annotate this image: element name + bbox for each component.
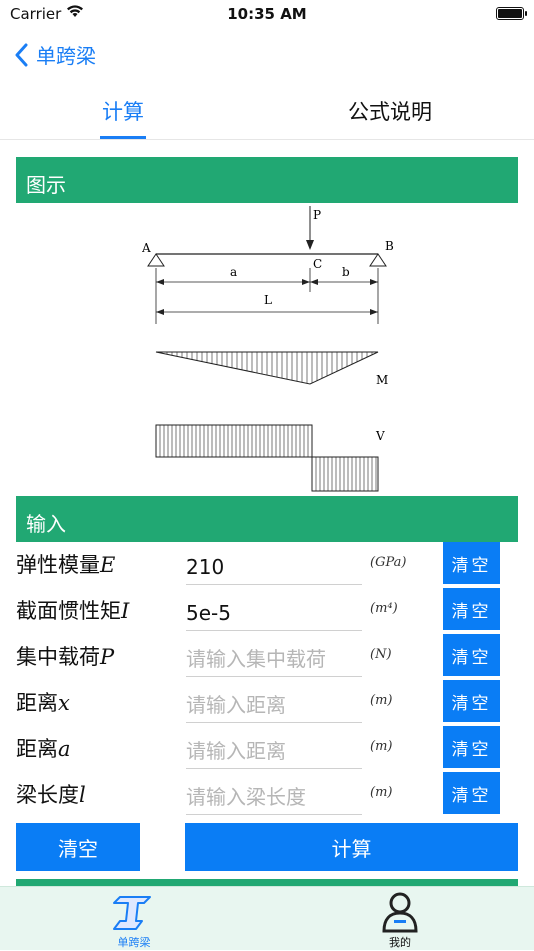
diagram-section-header: 图示 <box>16 157 518 203</box>
field-label: 弹性模量E <box>16 553 116 577</box>
tab-bar: 单跨梁 我的 <box>0 886 534 950</box>
back-button[interactable]: 单跨梁 <box>14 40 96 69</box>
field-label: 集中载荷P <box>16 645 115 669</box>
clear-field-button[interactable]: 清空 <box>443 772 500 814</box>
clear-field-button[interactable]: 清空 <box>443 542 500 584</box>
field-label: 距离a <box>16 737 71 761</box>
navigation-bar: 单跨梁 <box>0 34 534 78</box>
shear-diagram <box>155 424 379 492</box>
point-b-label: B <box>385 239 394 253</box>
shear-label: V <box>375 429 385 443</box>
user-icon <box>382 892 418 933</box>
clear-all-button[interactable]: 清空 <box>16 823 140 871</box>
calculate-button[interactable]: 计算 <box>185 823 518 871</box>
segment-tabs: 计算 公式说明 <box>0 88 534 140</box>
beam-icon <box>113 896 151 930</box>
moment-diagram <box>155 351 379 385</box>
clear-field-button[interactable]: 清空 <box>443 680 500 722</box>
input-row: 集中载荷P (N) 清空 <box>16 633 518 677</box>
unit-label: (m⁴) <box>370 601 398 616</box>
tab-calculate[interactable]: 计算 <box>70 96 176 126</box>
tabbar-item-beam[interactable]: 单跨梁 <box>74 887 194 951</box>
input-row: 弹性模量E (GPa) 清空 <box>16 541 518 585</box>
load-label: P <box>313 208 321 222</box>
field-label: 距离x <box>16 691 70 715</box>
tab-indicator <box>100 136 146 139</box>
input-row: 距离x (m) 清空 <box>16 679 518 723</box>
moment-label: M <box>376 373 388 387</box>
dim-b-label: b <box>342 265 350 279</box>
beam-diagram: P A B C a b L M V <box>142 206 394 492</box>
field-label: 截面惯性矩I <box>16 599 130 623</box>
tabbar-label-mine: 我的 <box>389 936 411 949</box>
value-input[interactable] <box>186 725 362 769</box>
field-label: 梁长度l <box>16 783 86 807</box>
unit-label: (m) <box>370 693 393 708</box>
value-input[interactable] <box>186 587 362 631</box>
unit-label: (GPa) <box>370 555 407 570</box>
tabbar-label-beam: 单跨梁 <box>117 936 151 949</box>
back-label: 单跨梁 <box>36 44 96 68</box>
input-row: 梁长度l (m) 清空 <box>16 771 518 815</box>
point-a-label: A <box>142 241 151 255</box>
tabbar-item-mine[interactable]: 我的 <box>340 887 460 951</box>
input-row: 截面惯性矩I (m⁴) 清空 <box>16 587 518 631</box>
clock: 10:35 AM <box>227 5 307 23</box>
value-input[interactable] <box>186 771 362 815</box>
unit-label: (N) <box>370 647 392 662</box>
value-input[interactable] <box>186 633 362 677</box>
dim-a-label: a <box>230 265 237 279</box>
unit-label: (m) <box>370 739 393 754</box>
value-input[interactable] <box>186 541 362 585</box>
tab-formula[interactable]: 公式说明 <box>320 96 460 126</box>
value-input[interactable] <box>186 679 362 723</box>
status-bar: Carrier 10:35 AM <box>0 0 534 28</box>
dim-l-label: L <box>264 293 272 307</box>
chevron-left-icon <box>15 43 28 66</box>
clear-field-button[interactable]: 清空 <box>443 634 500 676</box>
clear-field-button[interactable]: 清空 <box>443 588 500 630</box>
unit-label: (m) <box>370 785 393 800</box>
input-section-header: 输入 <box>16 496 518 542</box>
input-row: 距离a (m) 清空 <box>16 725 518 769</box>
battery-icon <box>496 7 527 20</box>
point-c-label: C <box>313 257 322 271</box>
clear-field-button[interactable]: 清空 <box>443 726 500 768</box>
